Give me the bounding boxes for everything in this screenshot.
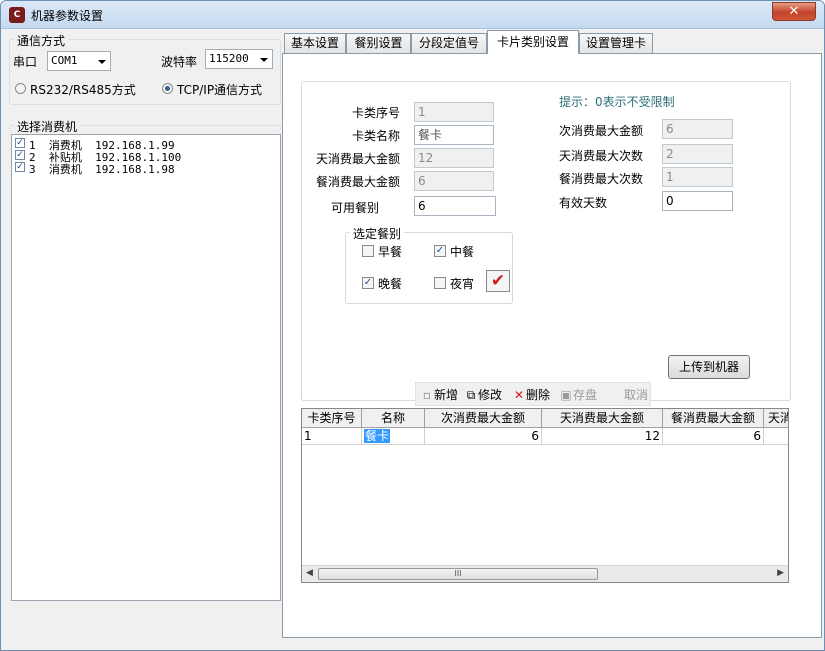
- dinner-label: 晚餐: [378, 277, 403, 291]
- card-no-field[interactable]: 1: [414, 102, 494, 122]
- day-max-times-field[interactable]: 2: [662, 144, 733, 164]
- table-cell: 6: [663, 428, 764, 445]
- column-header[interactable]: 次消费最大金额: [425, 409, 542, 428]
- port-select[interactable]: COM1: [47, 51, 111, 71]
- chevron-down-icon: [260, 58, 268, 62]
- valid-days-label: 有效天数: [559, 196, 608, 210]
- tab-card-type-settings[interactable]: 卡片类别设置: [487, 30, 579, 54]
- meal-max-times-label: 餐消费最大次数: [559, 172, 644, 186]
- tab-basic-settings[interactable]: 基本设置: [284, 33, 346, 53]
- app-icon: C: [9, 7, 25, 23]
- rs485-radio[interactable]: [15, 83, 26, 94]
- column-header[interactable]: 天消费最大金额: [542, 409, 663, 428]
- day-max-amount-field[interactable]: 12: [414, 148, 494, 168]
- cancel-button[interactable]: 取消: [624, 386, 648, 404]
- window-title: 机器参数设置: [31, 9, 104, 23]
- midnight-checkbox[interactable]: [434, 277, 446, 289]
- baud-select[interactable]: 115200: [205, 49, 273, 69]
- lunch-label: 中餐: [450, 245, 475, 259]
- tcpip-label: TCP/IP通信方式: [177, 83, 263, 97]
- tab-meal-settings[interactable]: 餐别设置: [346, 33, 411, 53]
- hint-text: 提示：0表示不受限制: [559, 95, 675, 109]
- card-type-page: 提示：0表示不受限制 卡类序号 1 卡类名称 餐卡 天消费最大金额 12 餐消费…: [282, 53, 822, 638]
- lunch-checkbox[interactable]: ✓: [434, 245, 446, 257]
- column-header[interactable]: 名称: [362, 409, 425, 428]
- edit-button[interactable]: ⧉ 修改: [464, 386, 502, 404]
- machine-group-label: 选择消费机: [14, 118, 81, 135]
- table-cell: [764, 428, 788, 445]
- card-name-field[interactable]: 餐卡: [414, 125, 494, 145]
- per-max-amount-field[interactable]: 6: [662, 119, 733, 139]
- close-button[interactable]: ✕: [772, 2, 816, 21]
- delete-button[interactable]: ✕ 删除: [512, 386, 550, 404]
- machine-checkbox[interactable]: ✓: [15, 138, 25, 148]
- save-icon: ▣: [560, 388, 572, 402]
- scroll-right-icon[interactable]: ▶: [777, 568, 784, 578]
- table-cell: 6: [425, 428, 542, 445]
- horizontal-scrollbar[interactable]: ◀ III ▶: [302, 565, 788, 582]
- card-type-table[interactable]: 卡类序号 名称 次消费最大金额 天消费最大金额 餐消费最大金额 天消 1 餐卡 …: [301, 408, 789, 583]
- comm-group-label: 通信方式: [14, 32, 69, 49]
- day-max-amount-label: 天消费最大金额: [315, 152, 400, 166]
- day-max-times-label: 天消费最大次数: [559, 149, 644, 163]
- list-item[interactable]: ✓ 3 消费机 192.168.1.98: [12, 161, 280, 176]
- baud-label: 波特率: [161, 55, 198, 69]
- column-header[interactable]: 天消: [764, 409, 788, 428]
- scroll-thumb[interactable]: III: [318, 568, 598, 580]
- machine-group: 选择消费机: [9, 118, 281, 135]
- confirm-meals-button[interactable]: ✔: [486, 270, 510, 292]
- midnight-label: 夜宵: [450, 277, 475, 291]
- main-window: C 机器参数设置 ✕ 通信方式 串口 COM1 波特率 115200 RS232…: [0, 0, 825, 651]
- table-cell: 餐卡: [362, 428, 425, 445]
- machine-list[interactable]: ✓ 1 消费机 192.168.1.99 ✓ 2 补贴机 192.168.1.1…: [11, 134, 281, 601]
- chevron-down-icon: [98, 60, 106, 64]
- meal-max-amount-field[interactable]: 6: [414, 171, 494, 191]
- meals-label: 可用餐别: [330, 201, 379, 215]
- rs485-label: RS232/RS485方式: [30, 83, 136, 97]
- title-bar: C 机器参数设置 ✕: [1, 1, 824, 29]
- valid-days-field[interactable]: 0: [662, 191, 733, 211]
- port-label: 串口: [13, 55, 38, 69]
- card-type-form: 提示：0表示不受限制 卡类序号 1 卡类名称 餐卡 天消费最大金额 12 餐消费…: [301, 81, 791, 406]
- meal-max-times-field[interactable]: 1: [662, 167, 733, 187]
- breakfast-checkbox[interactable]: [362, 245, 374, 257]
- toolbar: ▫ 新增 ⧉ 修改 ✕ 删除 ▣存盘 取消: [415, 382, 651, 406]
- scroll-left-icon[interactable]: ◀: [306, 568, 313, 578]
- card-name-label: 卡类名称: [351, 129, 400, 143]
- meals-field[interactable]: 6: [414, 196, 496, 216]
- dinner-checkbox[interactable]: ✓: [362, 277, 374, 289]
- upload-button[interactable]: 上传到机器: [668, 355, 750, 379]
- new-document-icon: ▫: [422, 388, 432, 402]
- tab-admin-card[interactable]: 设置管理卡: [579, 33, 653, 53]
- meal-max-amount-label: 餐消费最大金额: [315, 175, 400, 189]
- tcpip-radio[interactable]: [162, 83, 173, 94]
- port-value: COM1: [51, 54, 78, 67]
- breakfast-label: 早餐: [378, 245, 403, 259]
- machine-checkbox[interactable]: ✓: [15, 150, 25, 160]
- meal-select-group: 选定餐别 早餐 ✓ 中餐 ✓ 晚餐 夜宵 ✔: [345, 225, 513, 304]
- card-no-label: 卡类序号: [351, 106, 400, 120]
- delete-icon: ✕: [513, 388, 525, 402]
- column-header[interactable]: 餐消费最大金额: [663, 409, 764, 428]
- save-button[interactable]: ▣存盘: [559, 386, 597, 404]
- per-max-amount-label: 次消费最大金额: [559, 124, 644, 138]
- add-button[interactable]: ▫ 新增: [420, 386, 458, 404]
- meal-select-label: 选定餐别: [350, 225, 405, 242]
- tab-segment-values[interactable]: 分段定值号: [411, 33, 487, 53]
- machine-text: 3 消费机 192.168.1.98: [29, 163, 175, 176]
- column-header[interactable]: 卡类序号: [302, 409, 362, 428]
- edit-icon: ⧉: [466, 388, 476, 402]
- table-cell: 1: [302, 428, 362, 445]
- baud-value: 115200: [209, 52, 249, 65]
- selected-cell[interactable]: 餐卡: [364, 429, 391, 443]
- machine-checkbox[interactable]: ✓: [15, 162, 25, 172]
- table-cell: 12: [542, 428, 663, 445]
